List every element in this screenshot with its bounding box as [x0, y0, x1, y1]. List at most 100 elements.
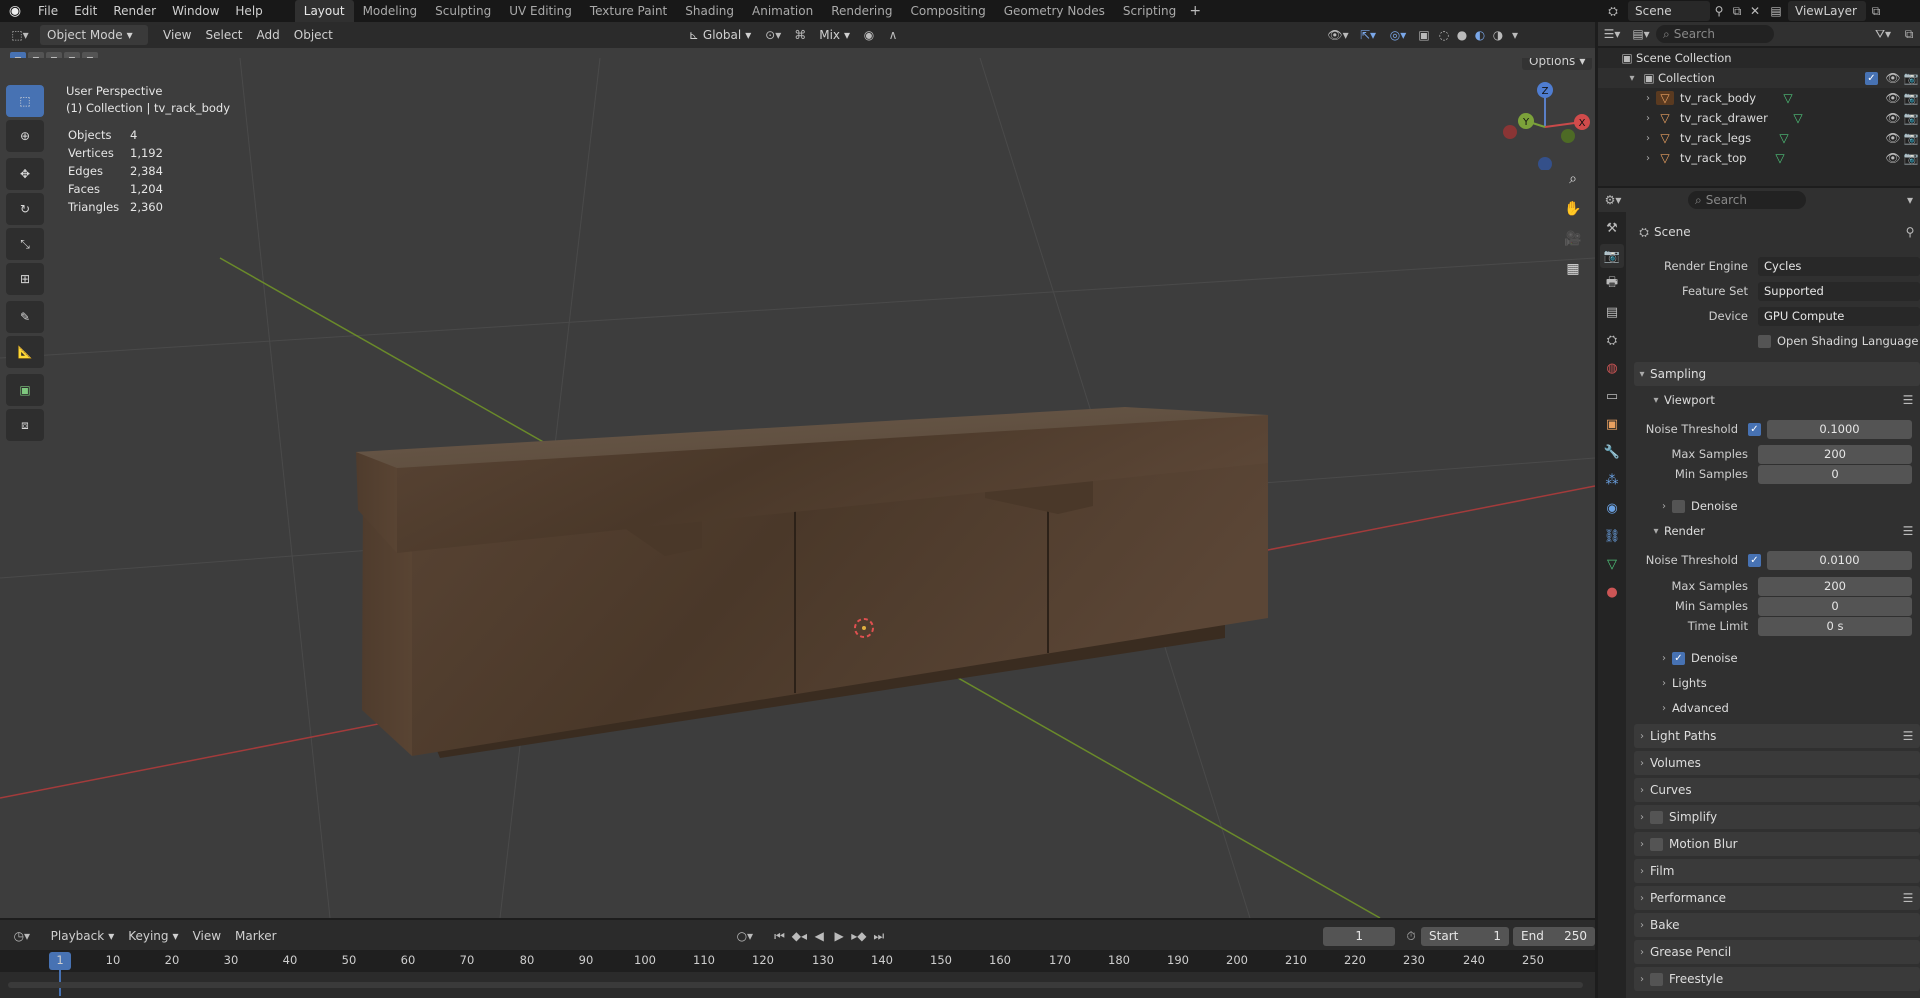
r-denoise-checkbox[interactable]: ✓: [1672, 651, 1685, 665]
tab-animation[interactable]: Animation: [743, 0, 822, 22]
panel-bake[interactable]: › Bake: [1634, 913, 1920, 937]
ortho-grid-icon[interactable]: ▦: [1560, 256, 1586, 282]
xray-icon[interactable]: ▣: [1413, 28, 1435, 42]
material-tab-icon[interactable]: ●: [1600, 580, 1624, 604]
lights-subpanel[interactable]: › Lights: [1656, 672, 1920, 694]
panel-curves[interactable]: › Curves: [1634, 778, 1920, 802]
transform-tool-icon[interactable]: ⊞: [6, 263, 44, 295]
shading-options-icon[interactable]: ▾: [1507, 28, 1523, 42]
object-tab-icon[interactable]: ▣: [1600, 412, 1624, 436]
output-tab-icon[interactable]: 🖶: [1600, 272, 1624, 296]
menu-view[interactable]: View: [156, 25, 198, 45]
camera-view-icon[interactable]: 🎥: [1560, 226, 1586, 252]
panel-grease-pencil[interactable]: › Grease Pencil: [1634, 940, 1920, 964]
physics-tab-icon[interactable]: ◉: [1600, 496, 1624, 520]
collection-row[interactable]: ▾ ▣ Collection ✓ 👁 📷: [1598, 68, 1920, 88]
camera-icon[interactable]: 📷: [1902, 131, 1920, 145]
menu-select[interactable]: Select: [198, 25, 249, 45]
menu-object[interactable]: Object: [287, 25, 340, 45]
tab-texture-paint[interactable]: Texture Paint: [581, 0, 676, 22]
camera-icon[interactable]: 📷: [1902, 91, 1920, 105]
play-reverse-icon[interactable]: ◀: [809, 929, 829, 943]
viewport-subpanel-header[interactable]: ▾ Viewport ☰: [1648, 389, 1920, 411]
stopwatch-icon[interactable]: ⏱: [1401, 929, 1421, 944]
vp-noise-threshold-checkbox[interactable]: ✓: [1748, 422, 1761, 436]
view-layer-icon[interactable]: ▤: [1764, 4, 1788, 18]
tab-sculpting[interactable]: Sculpting: [426, 0, 500, 22]
gizmo-neg-y-icon[interactable]: [1561, 129, 1575, 143]
gizmo-toggle-icon[interactable]: ⇱▾: [1353, 28, 1383, 42]
osl-checkbox[interactable]: [1758, 334, 1771, 348]
outliner-object-row[interactable]: › ▽ tv_rack_top ▽ 👁 📷: [1598, 148, 1920, 168]
r-noise-threshold-checkbox[interactable]: ✓: [1748, 553, 1761, 567]
camera-icon[interactable]: 📷: [1902, 111, 1920, 125]
menu-marker[interactable]: Marker: [228, 926, 283, 946]
menu-render[interactable]: Render: [105, 0, 164, 22]
eye-icon[interactable]: 👁: [1884, 131, 1902, 145]
r-max-samples-field[interactable]: 200: [1758, 576, 1912, 596]
preset-list-icon[interactable]: ☰: [1896, 393, 1920, 407]
scene-collection-row[interactable]: ▣ Scene Collection: [1598, 48, 1920, 68]
render-subpanel-header[interactable]: ▾ Render ☰: [1648, 520, 1920, 542]
chevron-right-icon[interactable]: ›: [1640, 93, 1656, 104]
zoom-icon[interactable]: ⌕: [1560, 166, 1586, 192]
start-frame-field[interactable]: Start 1: [1421, 926, 1510, 946]
auto-keying-icon[interactable]: ○▾: [730, 929, 760, 943]
rotate-tool-icon[interactable]: ↻: [6, 193, 44, 225]
proportional-edit-icon[interactable]: ◉: [857, 28, 881, 42]
properties-editor-icon[interactable]: ⚙▾: [1598, 193, 1628, 207]
outliner-object-row[interactable]: › ▽ tv_rack_legs ▽ 👁 📷: [1598, 128, 1920, 148]
data-tab-icon[interactable]: ▽: [1600, 552, 1624, 576]
panel-light-paths[interactable]: › Light Paths ☰: [1634, 724, 1920, 748]
preset-list-icon[interactable]: ☰: [1896, 891, 1920, 905]
overlay-toggle-icon[interactable]: ◎▾: [1383, 28, 1413, 42]
pivot-icon[interactable]: ⊙▾: [758, 28, 788, 42]
new-scene-icon[interactable]: ⧉: [1728, 4, 1746, 19]
view-layer-tab-icon[interactable]: ▤: [1600, 300, 1624, 324]
menu-window[interactable]: Window: [164, 0, 227, 22]
filter-icon[interactable]: ⛛▾: [1868, 27, 1898, 42]
panel-performance[interactable]: › Performance ☰: [1634, 886, 1920, 910]
panel-motion-blur[interactable]: › Motion Blur: [1634, 832, 1920, 856]
chevron-down-icon[interactable]: ▾: [1624, 73, 1640, 84]
pin-icon[interactable]: ⚲: [1710, 4, 1728, 18]
simplify-checkbox[interactable]: [1650, 810, 1663, 824]
3d-viewport[interactable]: User Perspective (1) Collection | tv_rac…: [0, 58, 1595, 918]
current-frame-field[interactable]: 1: [1323, 926, 1396, 946]
gizmo-neg-x-icon[interactable]: [1503, 125, 1517, 139]
vp-denoise-subpanel[interactable]: › Denoise: [1656, 495, 1920, 517]
outliner-search-input[interactable]: ⌕ Search: [1656, 25, 1774, 43]
select-box-tool-icon[interactable]: ⬚: [6, 85, 44, 117]
camera-icon[interactable]: 📷: [1902, 71, 1920, 85]
visibility-icon[interactable]: 👁▾: [1323, 28, 1353, 42]
device-dropdown[interactable]: GPU Compute: [1758, 306, 1920, 326]
r-noise-threshold-field[interactable]: 0.0100: [1767, 550, 1912, 570]
constraints-tab-icon[interactable]: ⛓: [1600, 524, 1624, 548]
move-tool-icon[interactable]: ✥: [6, 158, 44, 190]
chevron-right-icon[interactable]: ›: [1640, 133, 1656, 144]
tool-tab-icon[interactable]: ⚒: [1600, 216, 1624, 240]
editor-type-icon[interactable]: ⬚▾: [0, 28, 40, 42]
eye-icon[interactable]: 👁: [1884, 111, 1902, 125]
end-frame-field[interactable]: End 250: [1513, 926, 1596, 946]
orientation-dropdown[interactable]: ⊾ Global ▾: [682, 25, 758, 45]
tab-uv-editing[interactable]: UV Editing: [500, 0, 581, 22]
cursor-tool-icon[interactable]: ⊕: [6, 120, 44, 152]
timeline-scrollbar[interactable]: [8, 982, 1583, 988]
play-icon[interactable]: ▶: [829, 929, 849, 943]
tab-modeling[interactable]: Modeling: [354, 0, 427, 22]
measure-tool-icon[interactable]: 📐: [6, 336, 44, 368]
tab-compositing[interactable]: Compositing: [901, 0, 994, 22]
tab-shading[interactable]: Shading: [676, 0, 743, 22]
timeline-editor-icon[interactable]: ◷▾: [0, 929, 44, 943]
scene-icon[interactable]: ⛭: [1598, 4, 1628, 19]
scene-name-field[interactable]: Scene: [1628, 1, 1710, 21]
new-view-layer-icon[interactable]: ⧉: [1866, 4, 1886, 19]
menu-help[interactable]: Help: [227, 0, 270, 22]
menu-playback[interactable]: Playback ▾: [44, 926, 122, 946]
blender-logo-icon[interactable]: ◉: [0, 0, 30, 22]
add-workspace-icon[interactable]: +: [1185, 3, 1205, 19]
menu-keying[interactable]: Keying ▾: [121, 926, 185, 946]
motion-blur-checkbox[interactable]: [1650, 837, 1663, 851]
pan-hand-icon[interactable]: ✋: [1560, 196, 1586, 222]
